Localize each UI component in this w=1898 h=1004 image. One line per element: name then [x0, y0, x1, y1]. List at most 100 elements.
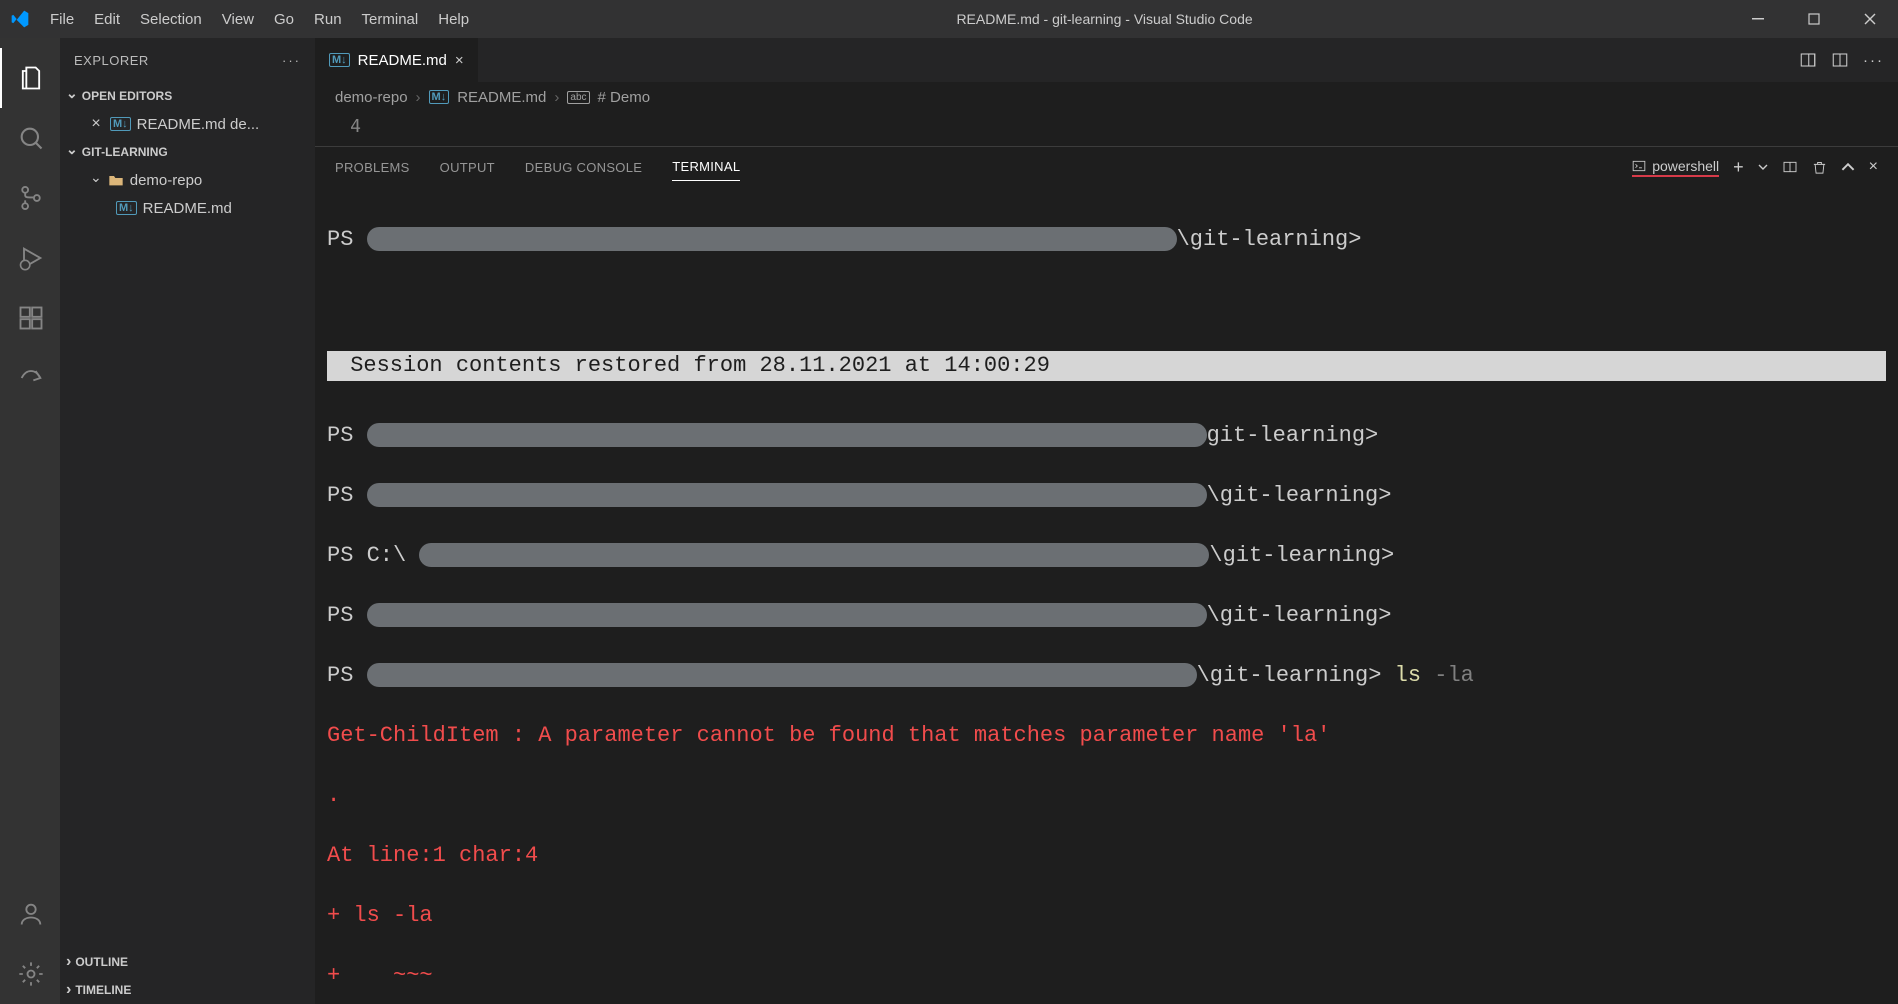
tab-readme[interactable]: M↓ README.md × — [315, 38, 479, 82]
folder-item[interactable]: demo-repo — [60, 166, 315, 194]
session-restore-banner: Session contents restored from 28.11.202… — [327, 351, 1886, 381]
folder-name: demo-repo — [130, 172, 203, 189]
markdown-file-icon: M↓ — [429, 90, 450, 104]
chevron-down-icon — [66, 144, 78, 161]
redacted-path — [367, 603, 1207, 627]
terminal-shell-label[interactable]: powershell — [1632, 158, 1719, 177]
markdown-file-icon: M↓ — [116, 201, 137, 215]
source-control-icon[interactable] — [0, 168, 60, 228]
settings-icon[interactable] — [0, 944, 60, 1004]
close-window-button[interactable] — [1842, 0, 1898, 38]
close-icon[interactable]: × — [88, 115, 104, 133]
split-terminal-icon[interactable] — [1782, 159, 1798, 175]
open-editor-filename: README.md de... — [137, 116, 260, 133]
file-name: README.md — [143, 200, 232, 217]
error-line: At line:1 char:4 — [327, 841, 1886, 871]
prompt-prefix: PS — [327, 543, 353, 568]
explorer-icon[interactable] — [0, 48, 60, 108]
menu-bar: File Edit Selection View Go Run Terminal… — [40, 3, 479, 36]
error-line: . — [327, 781, 1886, 811]
prompt-prefix: PS — [327, 227, 353, 252]
titlebar: File Edit Selection View Go Run Terminal… — [0, 0, 1898, 38]
terminal-dropdown-icon[interactable] — [1758, 162, 1768, 172]
redacted-path — [367, 227, 1177, 251]
file-item[interactable]: M↓ README.md — [60, 194, 315, 222]
chevron-down-icon — [66, 88, 78, 105]
breadcrumb-file[interactable]: README.md — [457, 89, 546, 106]
timeline-section[interactable]: TIMELINE — [60, 976, 315, 1004]
markdown-file-icon: M↓ — [110, 117, 131, 131]
preview-icon[interactable] — [1799, 51, 1817, 69]
tab-filename: README.md — [358, 52, 447, 69]
more-icon[interactable]: ··· — [1863, 52, 1884, 69]
prompt-suffix: \git-learning> — [1197, 663, 1382, 688]
menu-file[interactable]: File — [40, 3, 84, 36]
close-panel-icon[interactable]: × — [1869, 158, 1878, 176]
split-editor-icon[interactable] — [1831, 51, 1849, 69]
redacted-path — [419, 543, 1209, 567]
open-editors-label: OPEN EDITORS — [82, 89, 172, 103]
tab-problems[interactable]: PROBLEMS — [335, 154, 410, 181]
error-line: + ~~~ — [327, 961, 1886, 991]
markdown-file-icon: M↓ — [329, 53, 350, 67]
tab-terminal[interactable]: TERMINAL — [672, 153, 740, 181]
terminal-content[interactable]: PS \git-learning> Session contents resto… — [315, 187, 1898, 1004]
chevron-right-icon: › — [416, 89, 421, 106]
prompt-prefix: PS — [327, 423, 353, 448]
workspace-section[interactable]: GIT-LEARNING — [60, 138, 315, 166]
prompt-suffix: \git-learning> — [1177, 227, 1362, 252]
extensions-icon[interactable] — [0, 288, 60, 348]
more-icon[interactable]: ··· — [282, 53, 301, 68]
activity-bar — [0, 38, 60, 1004]
error-line: + ls -la — [327, 901, 1886, 931]
command-flag: -la — [1434, 663, 1474, 688]
menu-go[interactable]: Go — [264, 3, 304, 36]
search-icon[interactable] — [0, 108, 60, 168]
tab-output[interactable]: OUTPUT — [440, 154, 495, 181]
prompt-suffix: \git-learning> — [1207, 603, 1392, 628]
chevron-right-icon: › — [554, 89, 559, 106]
kill-terminal-icon[interactable] — [1812, 160, 1827, 175]
accounts-icon[interactable] — [0, 884, 60, 944]
tab-debug-console[interactable]: DEBUG CONSOLE — [525, 154, 642, 181]
minimize-button[interactable] — [1730, 0, 1786, 38]
open-editor-item[interactable]: × M↓ README.md de... — [60, 110, 315, 138]
menu-terminal[interactable]: Terminal — [352, 3, 429, 36]
breadcrumb[interactable]: demo-repo › M↓ README.md › abc # Demo — [315, 82, 1898, 112]
open-editors-section[interactable]: OPEN EDITORS — [60, 82, 315, 110]
menu-run[interactable]: Run — [304, 3, 352, 36]
tab-bar: M↓ README.md × ··· — [315, 38, 1898, 82]
timeline-label: TIMELINE — [75, 983, 131, 997]
line-number: 4 — [315, 112, 385, 137]
editor-body[interactable]: 4 — [315, 112, 1898, 146]
redacted-path — [367, 423, 1207, 447]
chevron-down-icon — [90, 172, 102, 189]
breadcrumb-symbol[interactable]: # Demo — [598, 89, 651, 106]
symbol-icon: abc — [567, 91, 589, 104]
maximize-button[interactable] — [1786, 0, 1842, 38]
terminal-actions: powershell + × — [1632, 157, 1878, 178]
menu-selection[interactable]: Selection — [130, 3, 212, 36]
close-tab-icon[interactable]: × — [455, 52, 464, 69]
window-controls — [1730, 0, 1898, 38]
sidebar-title: EXPLORER ··· — [60, 38, 315, 82]
panel-tabs: PROBLEMS OUTPUT DEBUG CONSOLE TERMINAL p… — [315, 147, 1898, 187]
maximize-panel-icon[interactable] — [1841, 160, 1855, 174]
editor-area: M↓ README.md × ··· demo-repo › M↓ README… — [315, 38, 1898, 1004]
breadcrumb-folder[interactable]: demo-repo — [335, 89, 408, 106]
prompt-suffix: \git-learning> — [1207, 483, 1392, 508]
menu-view[interactable]: View — [212, 3, 264, 36]
error-line: Get-ChildItem : A parameter cannot be fo… — [327, 721, 1886, 751]
run-debug-icon[interactable] — [0, 228, 60, 288]
prompt-prefix: PS — [327, 603, 353, 628]
share-icon[interactable] — [0, 348, 60, 408]
new-terminal-icon[interactable]: + — [1733, 157, 1744, 178]
prompt-suffix: git-learning> — [1207, 423, 1379, 448]
prompt-prefix: PS — [327, 483, 353, 508]
menu-help[interactable]: Help — [428, 3, 479, 36]
outline-section[interactable]: OUTLINE — [60, 948, 315, 976]
menu-edit[interactable]: Edit — [84, 3, 130, 36]
prompt-prefix: PS — [327, 663, 353, 688]
prompt-suffix: \git-learning> — [1209, 543, 1394, 568]
redacted-path — [367, 663, 1197, 687]
